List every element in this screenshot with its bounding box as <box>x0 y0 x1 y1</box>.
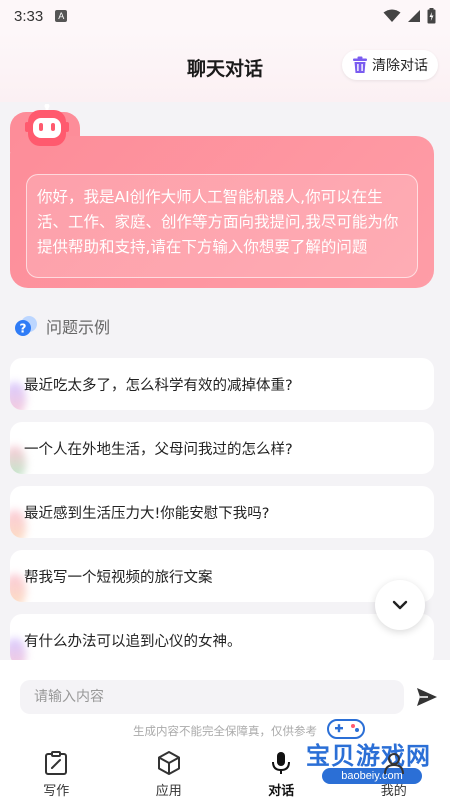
tab-apps-label: 应用 <box>155 784 182 799</box>
status-icons <box>383 8 436 24</box>
example-question-item[interactable]: 最近感到生活压力大!你能安慰下我吗? <box>10 486 434 538</box>
tab-write[interactable]: 写作 <box>0 748 113 800</box>
example-question-text: 最近感到生活压力大!你能安慰下我吗? <box>24 505 270 522</box>
notification-a-icon: A <box>55 10 68 22</box>
scroll-down-button[interactable] <box>375 580 425 630</box>
question-bubble-icon: ? <box>15 316 37 336</box>
signal-icon <box>408 10 420 22</box>
example-question-text: 有什么办法可以追到心仪的女神。 <box>24 633 242 650</box>
example-question-item[interactable]: 有什么办法可以追到心仪的女神。 <box>10 614 434 666</box>
page-title: 聊天对话 <box>186 57 263 80</box>
send-button[interactable] <box>414 684 440 710</box>
status-bar: 3:33 A <box>0 0 450 32</box>
status-time: 3:33 <box>14 7 44 25</box>
welcome-message: 你好，我是AI创作大师人工智能机器人,你可以在生活、工作、家庭、创作等方面向我提… <box>26 174 418 278</box>
chevron-down-icon <box>392 600 408 610</box>
tab-chat[interactable]: 对话 <box>225 748 338 800</box>
user-icon <box>383 753 404 775</box>
example-question-text: 一个人在外地生活，父母问我过的怎么样? <box>24 441 293 458</box>
svg-text:?: ? <box>20 322 27 336</box>
tab-mine-label: 我的 <box>380 784 407 799</box>
bottom-tab-bar: 写作 应用 对话 我的 <box>0 748 450 800</box>
trash-icon <box>353 56 367 73</box>
wifi-icon <box>383 9 401 22</box>
example-question-item[interactable]: 一个人在外地生活，父母问我过的怎么样? <box>10 422 434 474</box>
tab-write-label: 写作 <box>43 784 70 799</box>
clear-conversation-button[interactable]: 清除对话 <box>342 50 438 80</box>
clear-conversation-label: 清除对话 <box>372 58 428 74</box>
tab-mine[interactable]: 我的 <box>338 748 450 800</box>
send-icon <box>417 688 437 706</box>
example-question-item[interactable]: 帮我写一个短视频的旅行文案 <box>10 550 434 602</box>
tab-apps[interactable]: 应用 <box>113 748 226 800</box>
example-question-item[interactable]: 最近吃太多了，怎么科学有效的减掉体重? <box>10 358 434 410</box>
welcome-card-body: 你好，我是AI创作大师人工智能机器人,你可以在生活、工作、家庭、创作等方面向我提… <box>10 136 434 288</box>
edit-clipboard-icon <box>45 751 68 775</box>
message-input[interactable] <box>20 680 404 714</box>
tab-chat-label: 对话 <box>268 784 295 799</box>
app-header: 聊天对话 清除对话 <box>0 32 450 102</box>
microphone-icon <box>272 752 291 774</box>
example-question-text: 帮我写一个短视频的旅行文案 <box>24 569 213 586</box>
examples-title: 问题示例 <box>46 318 111 337</box>
examples-header: ? 问题示例 <box>14 314 110 338</box>
robot-avatar-icon <box>25 104 69 146</box>
cube-icon <box>157 751 180 775</box>
example-question-text: 最近吃太多了，怎么科学有效的减掉体重? <box>24 377 293 394</box>
welcome-card: 你好，我是AI创作大师人工智能机器人,你可以在生活、工作、家庭、创作等方面向我提… <box>10 104 434 288</box>
battery-icon <box>427 8 436 24</box>
